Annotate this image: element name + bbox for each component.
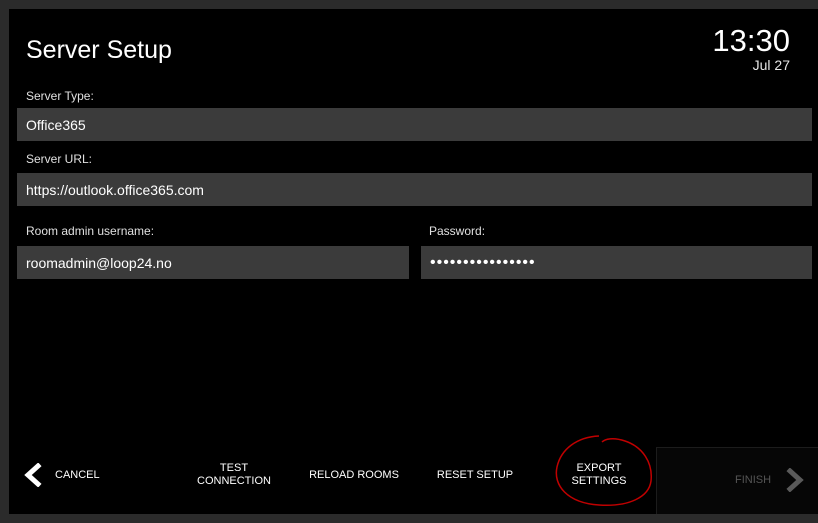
password-value: •••••••••••••••• xyxy=(430,253,536,271)
clock: 13:30 Jul 27 xyxy=(712,23,790,74)
chevron-left-icon xyxy=(24,463,42,487)
test-connection-button[interactable]: TEST CONNECTION xyxy=(184,447,284,503)
server-type-value: Office365 xyxy=(26,116,86,133)
server-setup-screen: Server Setup 13:30 Jul 27 Server Type: O… xyxy=(9,9,818,514)
test-connection-label: TEST CONNECTION xyxy=(197,462,271,488)
export-settings-label: EXPORT SETTINGS xyxy=(571,462,626,488)
reset-setup-button[interactable]: RESET SETUP xyxy=(425,447,525,503)
chevron-right-icon xyxy=(786,468,804,492)
username-field[interactable]: roomadmin@loop24.no xyxy=(17,246,409,279)
finish-button[interactable]: FINISH xyxy=(656,447,818,514)
reload-rooms-label: RELOAD ROOMS xyxy=(309,468,399,481)
server-url-label: Server URL: xyxy=(26,152,93,166)
username-value: roomadmin@loop24.no xyxy=(26,254,172,271)
reset-setup-label: RESET SETUP xyxy=(436,468,514,481)
page-title: Server Setup xyxy=(26,36,172,64)
export-settings-line2: SETTINGS xyxy=(571,475,627,487)
cancel-button[interactable]: CANCEL xyxy=(9,447,159,503)
test-connection-line1: TEST xyxy=(219,462,249,474)
finish-label: FINISH xyxy=(735,474,772,486)
password-label: Password: xyxy=(429,224,486,238)
test-connection-line2: CONNECTION xyxy=(197,475,271,487)
clock-time: 13:30 xyxy=(712,23,790,58)
username-label: Room admin username: xyxy=(26,224,155,238)
export-settings-button[interactable]: EXPORT SETTINGS xyxy=(549,447,649,503)
server-type-field[interactable]: Office365 xyxy=(17,108,812,141)
password-field[interactable]: •••••••••••••••• xyxy=(421,246,812,279)
cancel-label: CANCEL xyxy=(55,468,100,481)
server-url-value: https://outlook.office365.com xyxy=(26,181,204,198)
reload-rooms-button[interactable]: RELOAD ROOMS xyxy=(294,447,414,503)
export-settings-line1: EXPORT xyxy=(576,462,622,474)
clock-date: Jul 27 xyxy=(752,57,790,73)
server-url-field[interactable]: https://outlook.office365.com xyxy=(17,173,812,206)
server-type-label: Server Type: xyxy=(26,89,94,103)
